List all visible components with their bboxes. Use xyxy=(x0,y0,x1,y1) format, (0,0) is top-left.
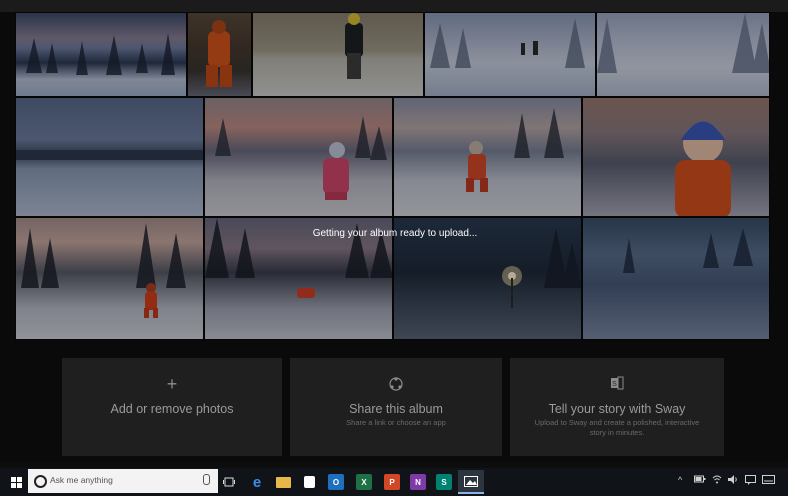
sway-app-icon: S xyxy=(436,474,452,490)
cortana-search-box[interactable]: Ask me anything xyxy=(28,469,218,493)
action-center-icon[interactable] xyxy=(745,475,756,487)
child-figure-graphic xyxy=(215,116,387,200)
action-title: Tell your story with Sway xyxy=(548,402,686,416)
file-explorer-taskbar-app[interactable] xyxy=(274,472,292,492)
action-subtitle: Share a link or choose an app xyxy=(346,418,446,427)
powerpoint-icon: P xyxy=(384,474,400,490)
sway-taskbar-app[interactable]: S xyxy=(434,472,454,492)
onenote-icon: N xyxy=(410,474,426,490)
store-taskbar-app[interactable] xyxy=(300,472,318,492)
photo-tile[interactable] xyxy=(596,12,770,97)
action-card-add-remove[interactable]: + Add or remove photos xyxy=(62,358,282,456)
action-card-sway[interactable]: S Tell your story with Sway Upload to Sw… xyxy=(510,358,724,456)
svg-text:S: S xyxy=(612,381,617,388)
photos-taskbar-app-active[interactable] xyxy=(458,470,484,494)
photo-tile[interactable] xyxy=(15,12,187,97)
wifi-icon[interactable] xyxy=(712,475,722,486)
action-subtitle: Upload to Sway and create a polished, in… xyxy=(534,418,700,437)
edge-taskbar-app[interactable]: e xyxy=(248,472,266,492)
folder-icon xyxy=(275,476,291,488)
photo-tile[interactable] xyxy=(424,12,596,97)
photo-tile[interactable] xyxy=(187,12,252,97)
outlook-icon: O xyxy=(328,474,344,490)
action-title: Share this album xyxy=(349,402,443,416)
search-placeholder: Ask me anything xyxy=(50,475,113,485)
keyboard-input-icon[interactable] xyxy=(762,475,775,486)
powerpoint-taskbar-app[interactable]: P xyxy=(382,472,402,492)
child-portrait-graphic xyxy=(675,121,731,216)
snow-trees-graphic xyxy=(430,18,585,68)
cortana-circle-icon xyxy=(34,475,47,488)
child-figure-graphic xyxy=(21,223,186,318)
snow-trees-graphic xyxy=(623,228,753,273)
outlook-taskbar-app[interactable]: O xyxy=(326,472,346,492)
edge-icon: e xyxy=(252,473,262,491)
child-figure-graphic xyxy=(206,20,232,87)
photos-app-window: Getting your album ready to upload... + … xyxy=(0,0,788,462)
share-icon xyxy=(290,374,502,396)
volume-icon[interactable] xyxy=(728,475,739,486)
onenote-taskbar-app[interactable]: N xyxy=(408,472,428,492)
photo-tile[interactable] xyxy=(15,217,204,340)
sway-icon: S xyxy=(510,374,724,394)
photo-tile[interactable] xyxy=(252,12,424,97)
photos-icon xyxy=(464,475,478,487)
horizon-graphic xyxy=(16,150,203,160)
window-title-strip xyxy=(0,0,788,12)
start-button[interactable] xyxy=(6,472,26,492)
show-hidden-icons-chevron[interactable]: ^ xyxy=(678,475,682,485)
excel-taskbar-app[interactable]: X xyxy=(354,472,374,492)
microphone-icon[interactable] xyxy=(203,474,210,485)
plus-icon: + xyxy=(166,374,178,394)
action-card-share[interactable]: Share this album Share a link or choose … xyxy=(290,358,502,456)
photo-tile[interactable] xyxy=(582,217,770,340)
photo-tile[interactable] xyxy=(204,97,393,217)
photo-tile[interactable] xyxy=(582,97,770,217)
snow-trees-graphic xyxy=(26,33,175,75)
store-bag-icon xyxy=(303,476,315,488)
photo-tile[interactable] xyxy=(393,97,582,217)
child-figure-graphic xyxy=(466,108,564,192)
excel-icon: X xyxy=(356,474,372,490)
photo-tile[interactable] xyxy=(15,97,204,217)
task-view-icon xyxy=(223,477,235,487)
action-title: Add or remove photos xyxy=(110,402,234,416)
upload-status-text: Getting your album ready to upload... xyxy=(312,228,478,239)
task-view-button[interactable] xyxy=(220,472,238,492)
battery-icon[interactable] xyxy=(694,475,706,485)
child-figure-graphic xyxy=(345,13,363,79)
windows-logo-icon xyxy=(10,476,22,488)
album-photo-grid xyxy=(15,12,770,340)
snow-trees-graphic xyxy=(597,13,769,73)
